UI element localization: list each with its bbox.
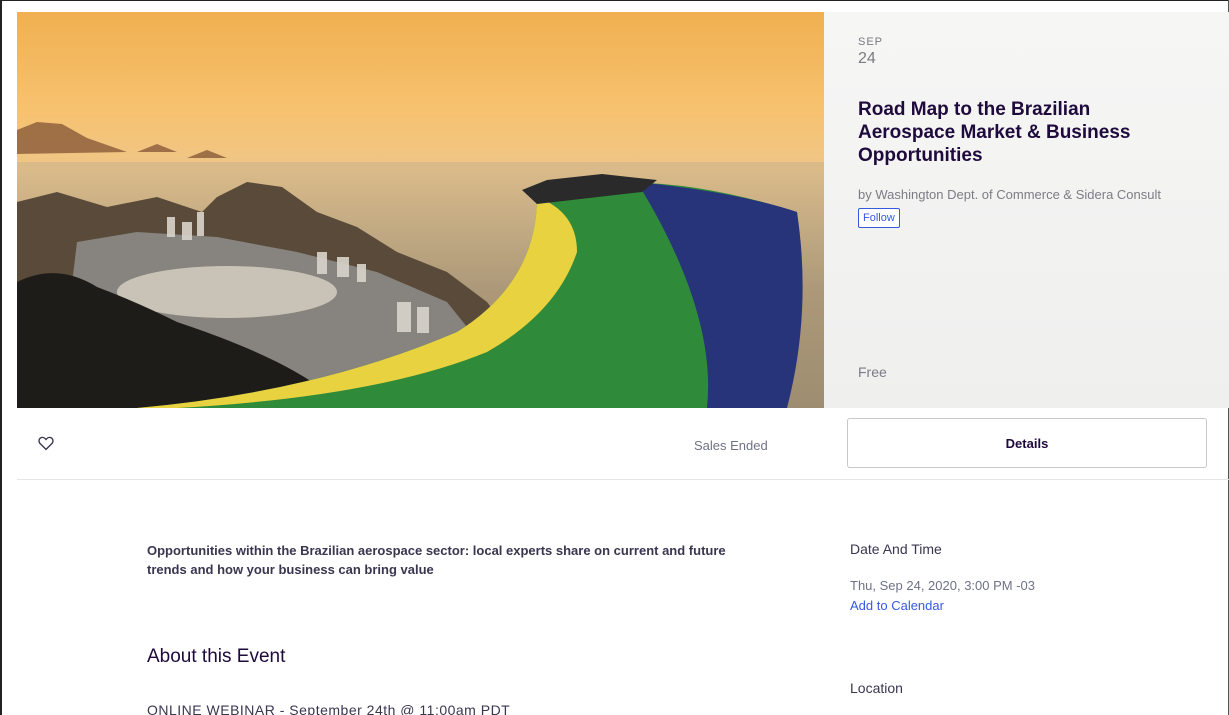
location-heading: Location	[850, 680, 903, 696]
event-price: Free	[858, 364, 887, 380]
add-to-calendar-link[interactable]: Add to Calendar	[850, 598, 944, 613]
event-month: SEP	[858, 36, 884, 48]
event-action-bar: Sales Ended Details	[17, 408, 1229, 480]
webinar-line: ONLINE WEBINAR - September 24th @ 11:00a…	[147, 702, 511, 715]
heart-icon[interactable]	[37, 434, 55, 452]
sales-status: Sales Ended	[694, 438, 768, 453]
about-heading: About this Event	[147, 646, 286, 667]
event-title: Road Map to the Brazilian Aerospace Mark…	[858, 99, 1131, 166]
window-left-border	[0, 0, 2, 715]
event-summary-text: Opportunities within the Brazilian aeros…	[147, 543, 726, 577]
event-banner-image	[17, 12, 824, 408]
window-top-border	[0, 0, 1229, 1]
follow-button[interactable]: Follow	[858, 208, 900, 228]
rio-landscape-illustration	[17, 122, 824, 408]
details-button[interactable]: Details	[847, 418, 1207, 468]
event-hero: SEP 24 Road Map to the Brazilian Aerospa…	[17, 12, 1229, 408]
event-day: 24	[858, 50, 876, 67]
event-organizer[interactable]: by Washington Dept. of Commerce & Sidera…	[858, 185, 1178, 204]
event-date-value: Thu, Sep 24, 2020, 3:00 PM -03	[850, 578, 1036, 593]
date-time-heading: Date And Time	[850, 541, 942, 557]
event-summary-panel: SEP 24 Road Map to the Brazilian Aerospa…	[824, 12, 1229, 408]
